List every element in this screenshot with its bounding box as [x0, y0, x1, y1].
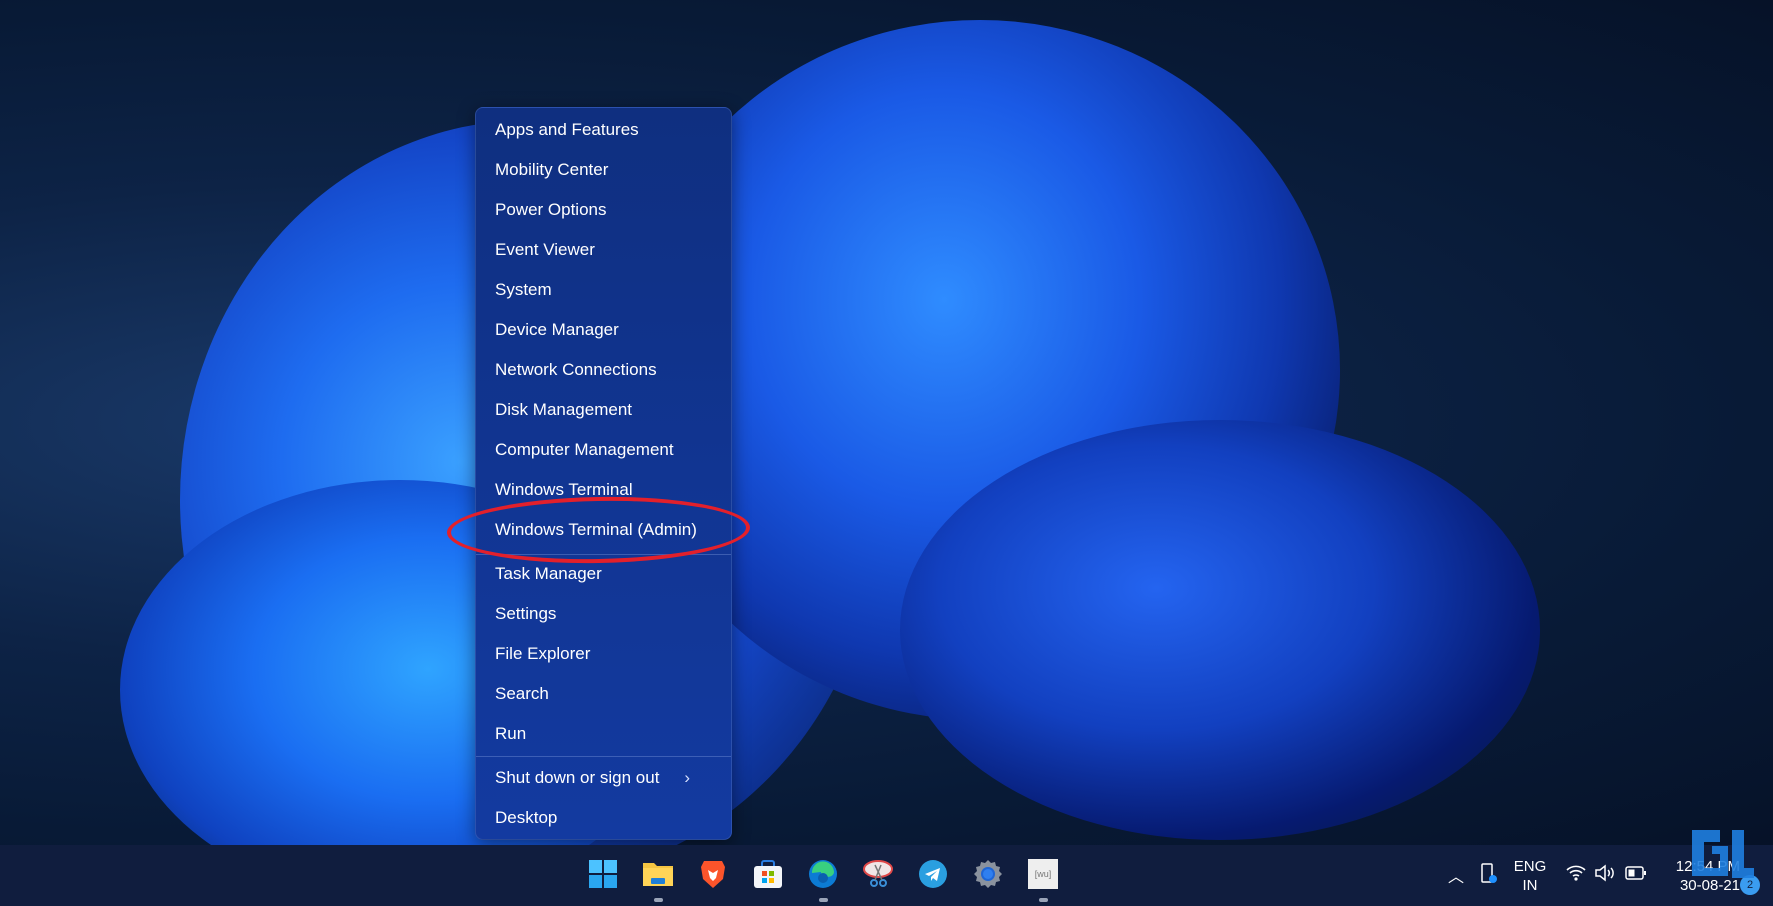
start-button[interactable] [584, 855, 622, 893]
speaker-icon [1595, 864, 1614, 882]
brave-button[interactable] [694, 855, 732, 893]
taskbar: [wu] ︿ ENG IN 12:54 PM 30-08-21 2 [0, 845, 1773, 906]
microsoft-store-button[interactable] [749, 855, 787, 893]
menu-item-settings[interactable]: Settings [495, 596, 556, 632]
brave-lion-icon [701, 861, 725, 888]
wm-app-icon: [wu] [1028, 859, 1058, 889]
edge-button[interactable] [804, 855, 842, 893]
chevron-right-icon: › [684, 768, 690, 787]
wm-app-button[interactable]: [wu] [1024, 855, 1062, 893]
menu-item-device-manager[interactable]: Device Manager [495, 312, 619, 348]
show-hidden-icons-chevron-icon[interactable]: ︿ [1448, 863, 1464, 887]
store-bag-icon [754, 860, 782, 888]
edge-icon [809, 860, 837, 888]
scissors-icon [863, 860, 893, 887]
language-indicator[interactable]: ENG IN [1512, 857, 1548, 895]
language-code: ENG [1513, 858, 1547, 875]
watermark-logo [1692, 830, 1754, 880]
menu-item-apps-and-features[interactable]: Apps and Features [495, 112, 639, 148]
file-explorer-button[interactable] [639, 855, 677, 893]
menu-item-file-explorer[interactable]: File Explorer [495, 636, 590, 672]
folder-icon [643, 863, 673, 886]
telegram-button[interactable] [914, 855, 952, 893]
gear-icon [974, 860, 1002, 888]
telegram-plane-icon [919, 860, 947, 888]
settings-button[interactable] [969, 855, 1007, 893]
region-code: IN [1522, 877, 1538, 894]
bloom-petal-right [900, 420, 1540, 840]
running-indicator [654, 898, 663, 902]
menu-item-mobility-center[interactable]: Mobility Center [495, 152, 608, 188]
menu-separator [476, 756, 731, 757]
menu-item-shut-down-or-sign-out[interactable]: Shut down or sign out › [495, 760, 712, 796]
wifi-icon [1566, 865, 1586, 881]
snipping-tool-button[interactable] [859, 855, 897, 893]
battery-icon [1625, 866, 1646, 880]
menu-item-desktop[interactable]: Desktop [495, 800, 557, 836]
menu-item-event-viewer[interactable]: Event Viewer [495, 232, 595, 268]
menu-item-disk-management[interactable]: Disk Management [495, 392, 632, 428]
running-indicator [1039, 898, 1048, 902]
volume-status[interactable] [1594, 864, 1616, 885]
menu-item-system[interactable]: System [495, 272, 552, 308]
menu-item-run[interactable]: Run [495, 716, 526, 752]
menu-item-network-connections[interactable]: Network Connections [495, 352, 657, 388]
gadgets-to-use-logo-icon [1692, 830, 1754, 878]
tray-app-icon[interactable] [1480, 861, 1498, 888]
menu-item-computer-management[interactable]: Computer Management [495, 432, 674, 468]
network-status[interactable] [1566, 864, 1586, 885]
battery-saver-tray-icon [1481, 863, 1497, 883]
menu-item-power-options[interactable]: Power Options [495, 192, 607, 228]
running-indicator [819, 898, 828, 902]
battery-status[interactable] [1625, 865, 1647, 884]
desktop-wallpaper [0, 0, 1773, 845]
windows-start-icon [589, 860, 617, 888]
menu-item-label: Shut down or sign out [495, 768, 660, 787]
menu-item-search[interactable]: Search [495, 676, 549, 712]
quick-link-context-menu: Apps and Features Mobility Center Power … [475, 107, 732, 840]
